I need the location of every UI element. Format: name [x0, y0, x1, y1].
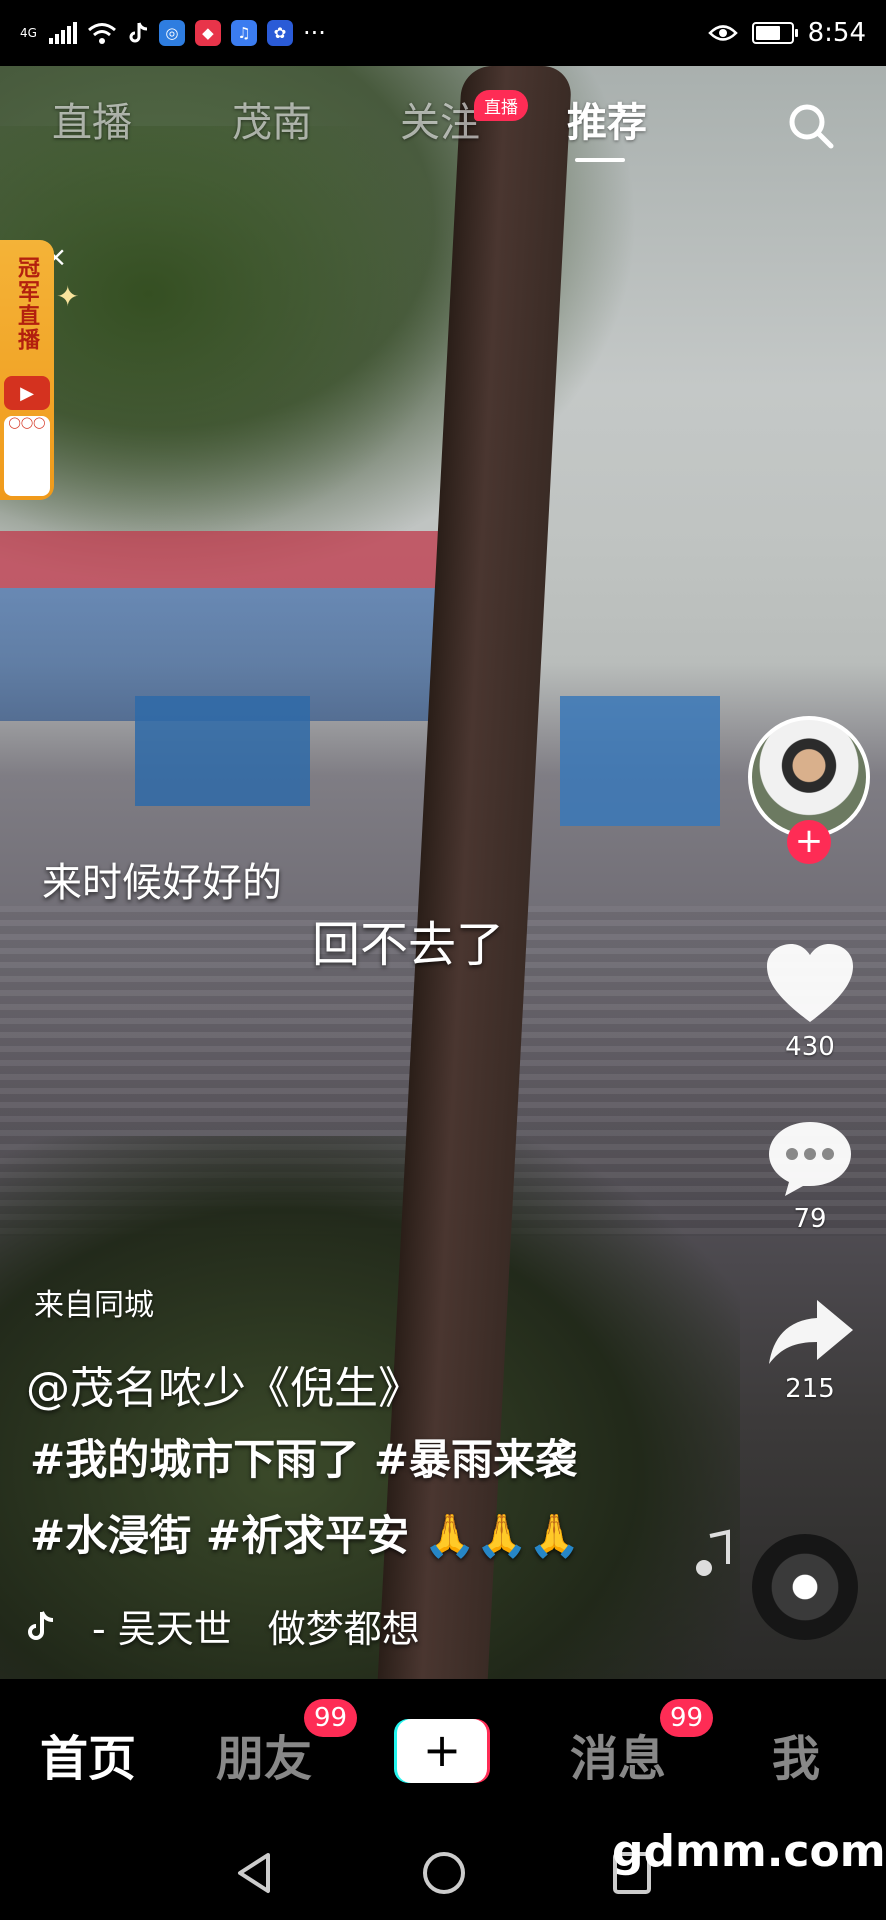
share-icon: [769, 1300, 853, 1364]
baidu-app-icon: ✿: [266, 20, 293, 46]
signal-icon: [48, 22, 77, 44]
nav-me[interactable]: 我: [772, 1719, 820, 1789]
video-caption-1: 来时候好好的: [42, 860, 282, 906]
comment-count: 79: [793, 1204, 827, 1234]
more-notifications-icon: ···: [302, 19, 326, 47]
video-caption-2: 回不去了: [312, 917, 505, 973]
tab-following[interactable]: 关注: [400, 90, 480, 148]
description-line-1: #我的城市下雨了 #暴雨来袭: [30, 1435, 578, 1484]
watermark: gdmm.com: [612, 1826, 886, 1877]
browser-app-icon: ◎: [158, 20, 185, 46]
same-city-label: 来自同城: [34, 1288, 154, 1323]
status-left: 4G ◎ ◆ ♫ ✿ ···: [20, 19, 326, 47]
following-live-badge: 直播: [474, 90, 528, 121]
create-button[interactable]: +: [394, 1719, 490, 1783]
building: [0, 531, 480, 721]
music-disc[interactable]: [752, 1534, 858, 1640]
back-icon[interactable]: [232, 1849, 276, 1897]
comment-button[interactable]: 79: [760, 1118, 860, 1234]
eye-icon: [707, 25, 738, 41]
nav-friends[interactable]: 朋友: [216, 1719, 312, 1789]
sparkle-icon: ✦: [56, 280, 80, 313]
follow-plus-button[interactable]: +: [787, 820, 831, 864]
guard-booth-left: [135, 696, 310, 806]
olympic-logo-icon: ◯◯◯: [4, 416, 50, 496]
nav-home[interactable]: 首页: [40, 1719, 136, 1789]
share-button[interactable]: 215: [760, 1298, 860, 1404]
wifi-icon: [87, 23, 116, 44]
tiktok-status-icon: [129, 22, 148, 43]
battery-icon: [751, 22, 798, 44]
author-username[interactable]: @茂名哝少《倪生》: [26, 1352, 422, 1416]
top-tabs: 直播 茂南 关注 直播 推荐: [0, 90, 886, 162]
friends-badge: 99: [304, 1699, 358, 1737]
status-bar: 4G ◎ ◆ ♫ ✿ ··· 8:54: [0, 0, 886, 66]
music-artist: - 吴天世: [92, 1607, 232, 1651]
like-count: 430: [785, 1032, 835, 1062]
plus-icon: +: [397, 1719, 487, 1783]
bottom-nav: 首页 朋友 99 + 消息 99 我: [0, 1679, 886, 1827]
music-note-icon: [696, 1529, 730, 1576]
clock: 8:54: [807, 18, 866, 48]
comment-icon: [769, 1122, 851, 1196]
active-tab-indicator: [575, 158, 625, 162]
tab-local[interactable]: 茂南: [232, 90, 312, 148]
music-app-icon: ♫: [230, 20, 257, 46]
guard-booth-right: [560, 696, 720, 826]
search-icon[interactable]: [785, 100, 837, 152]
tab-live[interactable]: 直播: [52, 90, 132, 148]
music-info[interactable]: - 吴天世 做梦都想: [26, 1598, 420, 1653]
like-button[interactable]: 430: [760, 942, 860, 1062]
tree-canopy-secondary: [0, 126, 460, 546]
network-type: 4G: [20, 26, 37, 40]
play-icon: ▶: [4, 376, 50, 410]
promo-widget[interactable]: 冠军直播 ▶ ◯◯◯: [0, 240, 54, 500]
shopping-app-icon: ◆: [194, 20, 221, 46]
share-count: 215: [785, 1374, 835, 1404]
messages-badge: 99: [660, 1699, 714, 1737]
home-icon[interactable]: [420, 1849, 468, 1897]
post-description[interactable]: #我的城市下雨了 #暴雨来袭 #水浸街 #祈求平安 🙏🙏🙏: [30, 1422, 670, 1574]
music-title: 做梦都想: [267, 1607, 420, 1651]
description-line-2: #水浸街 #祈求平安 🙏🙏🙏: [30, 1511, 581, 1560]
tiktok-logo-icon: [28, 1610, 54, 1640]
heart-icon: [767, 944, 853, 1022]
tab-recommended[interactable]: 推荐: [567, 90, 647, 148]
status-right: 8:54: [707, 18, 866, 48]
promo-label: 冠军直播: [14, 256, 39, 352]
nav-messages[interactable]: 消息: [570, 1719, 666, 1789]
